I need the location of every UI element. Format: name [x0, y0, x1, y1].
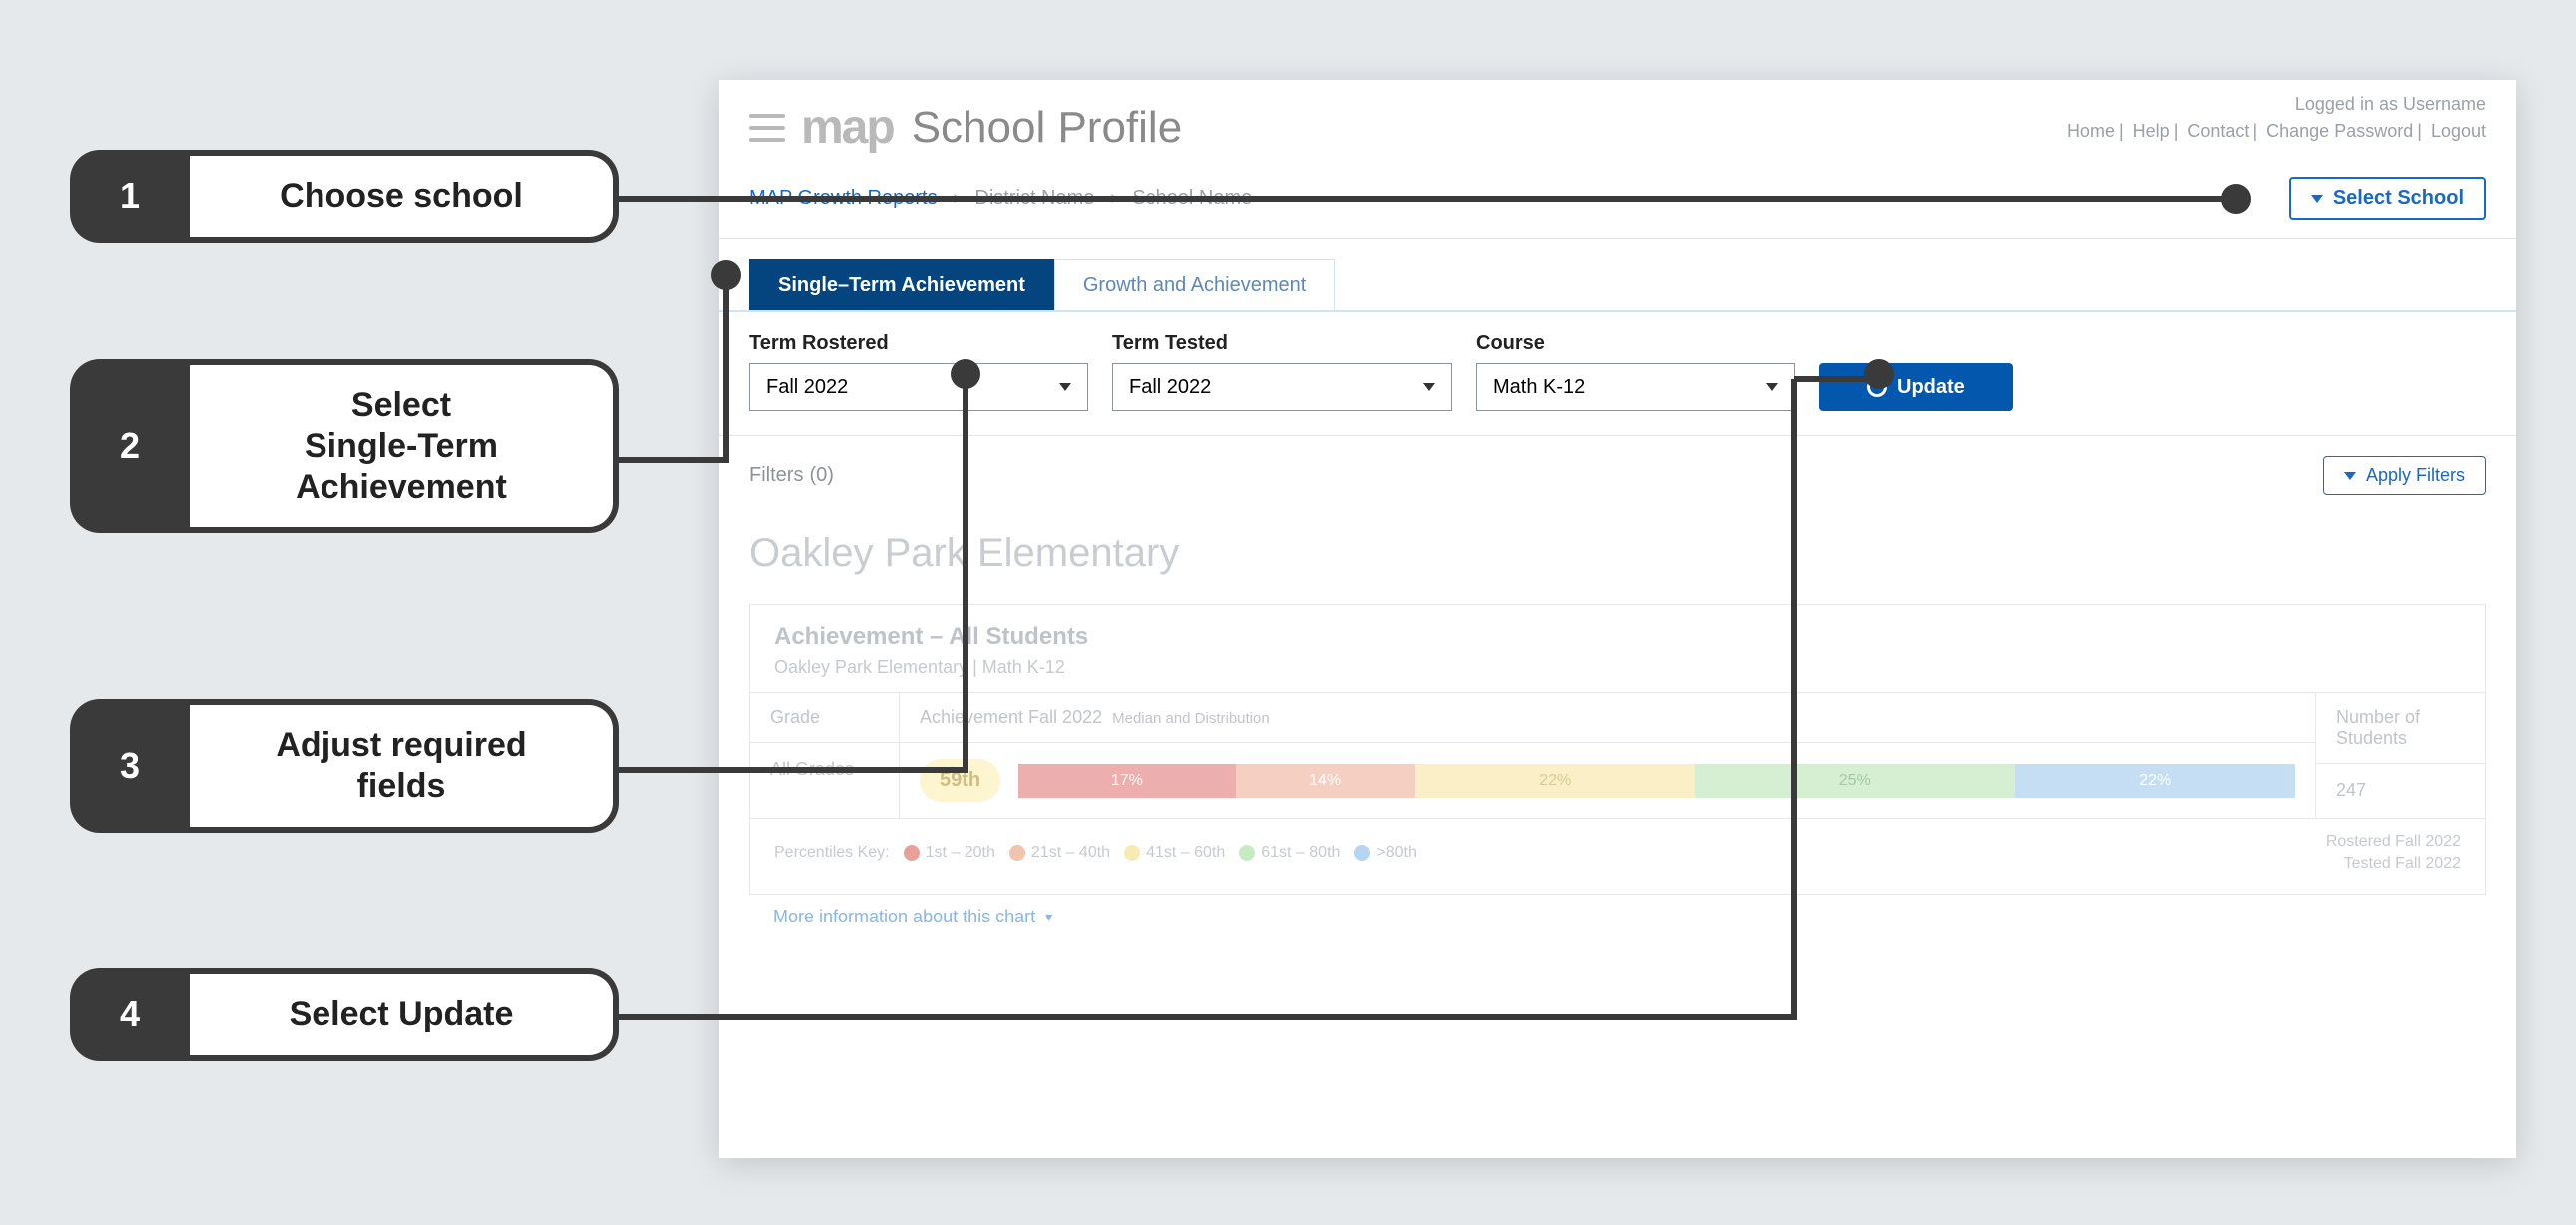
link-logout[interactable]: Logout	[2431, 121, 2486, 141]
col-grade-header: Grade	[750, 693, 899, 743]
more-info-label: More information about this chart	[773, 907, 1035, 927]
seg-80-plus: 22%	[2015, 764, 2295, 798]
select-school-button[interactable]: Select School	[2289, 177, 2486, 220]
select-course[interactable]: Math K-12	[1476, 363, 1795, 411]
select-term-rostered[interactable]: Fall 2022	[749, 363, 1088, 411]
link-contact[interactable]: Contact	[2187, 121, 2249, 141]
seg-61-80: 25%	[1695, 764, 2015, 798]
link-change-password[interactable]: Change Password	[2266, 121, 2413, 141]
filters-label: Filters	[749, 464, 803, 487]
label-term-rostered: Term Rostered	[749, 332, 1088, 355]
caret-down-icon	[1059, 383, 1071, 391]
key-dot-3	[1124, 845, 1140, 861]
col-ach-title: Achievement Fall 2022	[920, 707, 1102, 728]
key-4: 61st – 80th	[1261, 844, 1340, 862]
link-home[interactable]: Home	[2067, 121, 2115, 141]
median-pill: 59th	[920, 759, 1000, 802]
update-button[interactable]: Update	[1819, 363, 2013, 411]
logo: map	[801, 100, 894, 155]
update-label: Update	[1897, 376, 1965, 399]
col-number: Number of Students 247	[2315, 693, 2485, 818]
school-title: Oakley Park Elementary	[749, 531, 2486, 576]
caret-down-icon	[1766, 383, 1778, 391]
tested-term: Tested Fall 2022	[2326, 853, 2461, 875]
value-term-rostered: Fall 2022	[766, 376, 848, 399]
col-grade: Grade All Grades	[750, 693, 900, 818]
filters-count: (0)	[809, 464, 833, 487]
key-5: >80th	[1376, 844, 1416, 862]
ctrl-course: Course Math K-12	[1476, 332, 1795, 411]
distribution-bar: 17% 14% 22% 25% 22%	[1018, 764, 2295, 798]
header-right: Logged in as Username Home| Help| Contac…	[2067, 94, 2486, 142]
ctrl-term-rostered: Term Rostered Fall 2022	[749, 332, 1088, 411]
link-help[interactable]: Help	[2133, 121, 2170, 141]
callout-1-label: Choose school	[190, 150, 619, 243]
rostered-term: Rostered Fall 2022	[2326, 831, 2461, 853]
percentiles-key-label: Percentiles Key:	[774, 844, 890, 862]
callout-2-num: 2	[70, 359, 190, 533]
col-ach-subtitle: Median and Distribution	[1112, 710, 1270, 727]
select-school-label: Select School	[2333, 187, 2464, 210]
value-term-tested: Fall 2022	[1129, 376, 1211, 399]
tab-single-term[interactable]: Single–Term Achievement	[749, 259, 1054, 310]
callout-4-num: 4	[70, 968, 190, 1061]
cell-achievement: 59th 17% 14% 22% 25% 22%	[900, 743, 2315, 818]
more-info-link[interactable]: More information about this chart ▾	[749, 895, 2486, 927]
seg-1-20: 17%	[1018, 764, 1235, 798]
label-course: Course	[1476, 332, 1795, 355]
col-achievement: Achievement Fall 2022 Median and Distrib…	[900, 693, 2315, 818]
callout-3-label: Adjust required fields	[190, 699, 619, 833]
col-ach-header: Achievement Fall 2022 Median and Distrib…	[900, 693, 2315, 743]
key-dot-5	[1354, 845, 1370, 861]
key-dot-4	[1239, 845, 1255, 861]
panel-body: Grade All Grades Achievement Fall 2022 M…	[750, 693, 2485, 819]
callout-3-num: 3	[70, 699, 190, 833]
label-term-tested: Term Tested	[1112, 332, 1452, 355]
tabs: Single–Term Achievement Growth and Achie…	[719, 259, 2516, 312]
panel-head: Achievement – All Students Oakley Park E…	[750, 605, 2485, 693]
cell-number: 247	[2316, 764, 2485, 817]
panel-foot: Percentiles Key: 1st – 20th 21st – 40th …	[750, 819, 2485, 894]
key-3: 41st – 60th	[1146, 844, 1225, 862]
menu-icon[interactable]	[749, 114, 785, 142]
caret-down-icon	[1423, 383, 1435, 391]
select-term-tested[interactable]: Fall 2022	[1112, 363, 1452, 411]
panel-title: Achievement – All Students	[774, 623, 2461, 651]
key-2: 21st – 40th	[1031, 844, 1110, 862]
ctrl-term-tested: Term Tested Fall 2022	[1112, 332, 1452, 411]
callout-3: 3 Adjust required fields	[70, 699, 619, 833]
key-dot-1	[904, 845, 920, 861]
callout-4: 4 Select Update	[70, 968, 619, 1061]
callout-4-label: Select Update	[190, 968, 619, 1061]
filters-row: Filters (0) Apply Filters	[719, 436, 2516, 515]
caret-down-icon	[2311, 195, 2323, 203]
callout-2-label: Select Single-Term Achievement	[190, 359, 619, 533]
app-header: map School Profile Logged in as Username…	[719, 80, 2516, 165]
value-course: Math K-12	[1493, 376, 1585, 399]
caret-down-icon	[2344, 472, 2356, 480]
callout-2: 2 Select Single-Term Achievement	[70, 359, 619, 533]
app-window: map School Profile Logged in as Username…	[719, 80, 2516, 1158]
panel-foot-right: Rostered Fall 2022 Tested Fall 2022	[2326, 831, 2461, 876]
page-title: School Profile	[912, 103, 1182, 153]
controls-row: Term Rostered Fall 2022 Term Tested Fall…	[719, 312, 2516, 436]
logged-in-label: Logged in as Username	[2067, 94, 2486, 115]
key-1: 1st – 20th	[926, 844, 995, 862]
apply-filters-button[interactable]: Apply Filters	[2323, 456, 2486, 495]
callout-1: 1 Choose school	[70, 150, 619, 243]
header-links: Home| Help| Contact| Change Password| Lo…	[2067, 121, 2486, 142]
panel-subtitle: Oakley Park Elementary | Math K-12	[774, 657, 2461, 678]
achievement-panel: Achievement – All Students Oakley Park E…	[749, 604, 2486, 895]
key-dot-2	[1009, 845, 1025, 861]
results-area: Oakley Park Elementary Achievement – All…	[719, 531, 2516, 957]
seg-21-40: 14%	[1236, 764, 1415, 798]
tab-growth-achievement[interactable]: Growth and Achievement	[1054, 259, 1335, 310]
apply-filters-label: Apply Filters	[2366, 465, 2465, 486]
callout-1-num: 1	[70, 150, 190, 243]
seg-41-60: 22%	[1415, 764, 1695, 798]
chevron-down-icon: ▾	[1045, 909, 1052, 925]
col-num-header: Number of Students	[2316, 693, 2485, 764]
